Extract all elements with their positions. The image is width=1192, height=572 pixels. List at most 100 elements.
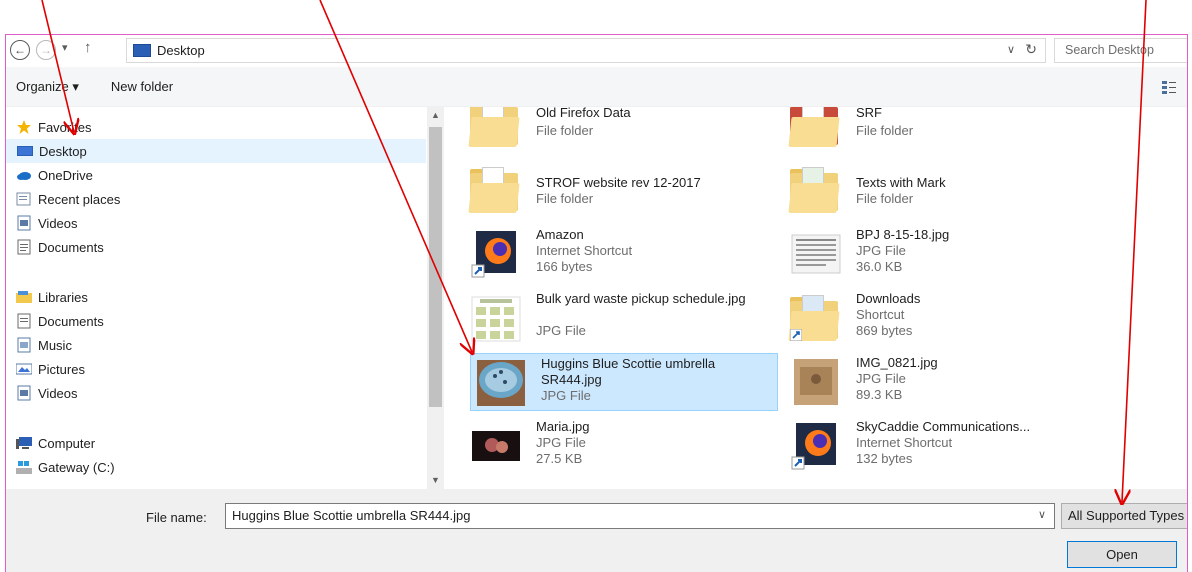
sidebar-item-desktop[interactable]: Desktop xyxy=(6,139,426,163)
computer-icon xyxy=(16,437,32,449)
sidebar-item-favorites[interactable]: Favorites xyxy=(6,115,426,139)
libraries-icon xyxy=(16,291,32,303)
image-thumbnail-icon xyxy=(471,296,521,342)
sidebar-item-computer[interactable]: Computer xyxy=(6,431,426,455)
favorites-group: Favorites Desktop OneDrive Recent places… xyxy=(6,115,426,259)
forward-button[interactable]: → xyxy=(36,40,56,60)
file-item[interactable]: SkyCaddie Communications... Internet Sho… xyxy=(786,417,1096,475)
file-type-value: All Supported Types xyxy=(1068,508,1185,523)
sidebar-group-label: Computer xyxy=(38,435,96,451)
file-item[interactable]: Amazon Internet Shortcut 166 bytes xyxy=(466,225,776,283)
navigation-scrollbar[interactable]: ▲ ▼ xyxy=(427,107,444,489)
file-item[interactable]: Bulk yard waste pickup schedule.jpg JPG … xyxy=(466,289,776,347)
file-item-selected[interactable]: Huggins Blue Scottie umbrella SR444.jpg … xyxy=(470,353,778,411)
address-path: Desktop xyxy=(157,43,205,58)
file-size: 166 bytes xyxy=(536,259,593,274)
libraries-group: Libraries Documents Music Pictures Video… xyxy=(6,285,426,405)
file-type: JPG File xyxy=(541,388,591,403)
pictures-icon xyxy=(16,363,32,375)
file-name: IMG_0821.jpg xyxy=(856,355,938,370)
star-icon xyxy=(17,120,31,134)
address-dropdown-icon[interactable]: ∨ xyxy=(1007,43,1015,56)
change-view-icon[interactable] xyxy=(1161,79,1177,95)
address-bar[interactable]: Desktop ∨ ↻ xyxy=(126,38,1046,63)
file-type: Internet Shortcut xyxy=(536,243,633,258)
sidebar-group-label: Favorites xyxy=(38,119,92,135)
sidebar-item-recent-places[interactable]: Recent places xyxy=(6,187,426,211)
drive-icon xyxy=(16,461,32,474)
portrait-thumbnail-icon xyxy=(472,431,520,461)
open-button[interactable]: Open xyxy=(1067,541,1177,568)
firefox-shortcut-icon xyxy=(791,423,836,470)
folder-shortcut-icon xyxy=(788,293,842,343)
file-size: 27.5 KB xyxy=(536,451,583,466)
sidebar-item-lib-documents[interactable]: Documents xyxy=(6,309,426,333)
file-item[interactable]: Texts with Mark File folder xyxy=(786,161,1096,219)
file-item[interactable]: Maria.jpg JPG File 27.5 KB xyxy=(466,417,776,475)
videos-icon xyxy=(17,385,31,401)
file-name: Downloads xyxy=(856,291,921,306)
desktop-icon xyxy=(133,44,151,57)
file-name-dropdown-icon[interactable]: ∨ xyxy=(1038,508,1046,521)
recent-places-icon xyxy=(16,192,31,206)
firefox-shortcut-icon xyxy=(471,231,516,278)
file-name: Old Firefox Data xyxy=(536,107,631,120)
scroll-up-icon[interactable]: ▲ xyxy=(427,107,444,124)
sidebar-item-label: Recent places xyxy=(38,191,121,207)
bottom-bar: File name: Huggins Blue Scottie umbrella… xyxy=(6,489,1187,572)
file-item[interactable]: IMG_0821.jpg JPG File 89.3 KB xyxy=(786,353,1096,411)
videos-icon xyxy=(17,215,31,231)
new-folder-button[interactable]: New folder xyxy=(111,79,173,94)
refresh-icon[interactable]: ↻ xyxy=(1025,41,1037,58)
sidebar-item-label: Desktop xyxy=(39,143,87,159)
up-folder-icon[interactable]: ↑ xyxy=(84,39,92,56)
file-type: Shortcut xyxy=(856,307,905,322)
file-name: BPJ 8-15-18.jpg xyxy=(856,227,950,242)
search-placeholder: Search Desktop xyxy=(1065,43,1154,57)
folder-icon xyxy=(788,165,842,215)
back-button[interactable]: ← xyxy=(10,40,30,60)
file-item[interactable]: SRF File folder xyxy=(786,107,1096,161)
recent-locations-icon[interactable]: ▾ xyxy=(62,41,68,54)
file-type: File folder xyxy=(856,123,914,138)
address-row: ← → ▾ ↑ Desktop ∨ ↻ Search Desktop xyxy=(6,35,1187,67)
file-type-select[interactable]: All Supported Types xyxy=(1061,503,1187,529)
sidebar-item-pictures[interactable]: Pictures xyxy=(6,357,426,381)
search-input[interactable]: Search Desktop xyxy=(1054,38,1187,63)
file-name: SkyCaddie Communications... xyxy=(856,419,1031,434)
file-type: File folder xyxy=(856,191,914,206)
file-name-input[interactable]: Huggins Blue Scottie umbrella SR444.jpg … xyxy=(225,503,1055,529)
file-type: JPG File xyxy=(536,435,586,450)
file-type: File folder xyxy=(536,123,594,138)
sidebar-item-music[interactable]: Music xyxy=(6,333,426,357)
forward-arrow-icon: → xyxy=(40,43,52,57)
sidebar-item-lib-videos[interactable]: Videos xyxy=(6,381,426,405)
file-name-label: File name: xyxy=(146,510,207,525)
sidebar-item-label: Music xyxy=(38,337,72,353)
sidebar-item-libraries[interactable]: Libraries xyxy=(6,285,426,309)
sidebar-item-gateway-drive[interactable]: Gateway (C:) xyxy=(6,455,426,479)
sidebar-item-documents[interactable]: Documents xyxy=(6,235,426,259)
sidebar-item-label: Pictures xyxy=(38,361,85,377)
desktop-icon xyxy=(17,146,33,156)
organize-button[interactable]: Organize ▾ xyxy=(16,79,79,95)
onedrive-icon xyxy=(17,172,31,180)
sidebar-item-videos[interactable]: Videos xyxy=(6,211,426,235)
scroll-down-icon[interactable]: ▼ xyxy=(427,472,444,489)
file-item[interactable]: Old Firefox Data File folder xyxy=(466,107,776,161)
sidebar-item-onedrive[interactable]: OneDrive xyxy=(6,163,426,187)
file-item[interactable]: Downloads Shortcut 869 bytes xyxy=(786,289,1096,347)
file-open-dialog: ← → ▾ ↑ Desktop ∨ ↻ Search Desktop Organ… xyxy=(5,34,1188,572)
file-item[interactable]: STROF website rev 12-2017 File folder xyxy=(466,161,776,219)
sidebar-item-label: Videos xyxy=(38,385,78,401)
file-name: Maria.jpg xyxy=(536,419,590,434)
toolbar: Organize ▾ New folder xyxy=(6,67,1187,107)
image-thumbnail-icon xyxy=(791,234,841,274)
file-item[interactable]: BPJ 8-15-18.jpg JPG File 36.0 KB xyxy=(786,225,1096,283)
scrollbar-thumb[interactable] xyxy=(429,127,442,407)
computer-group: Computer Gateway (C:) xyxy=(6,431,426,479)
documents-icon xyxy=(17,239,31,255)
back-arrow-icon: ← xyxy=(14,43,26,57)
file-name: Amazon xyxy=(536,227,584,242)
file-type: JPG File xyxy=(856,371,906,386)
